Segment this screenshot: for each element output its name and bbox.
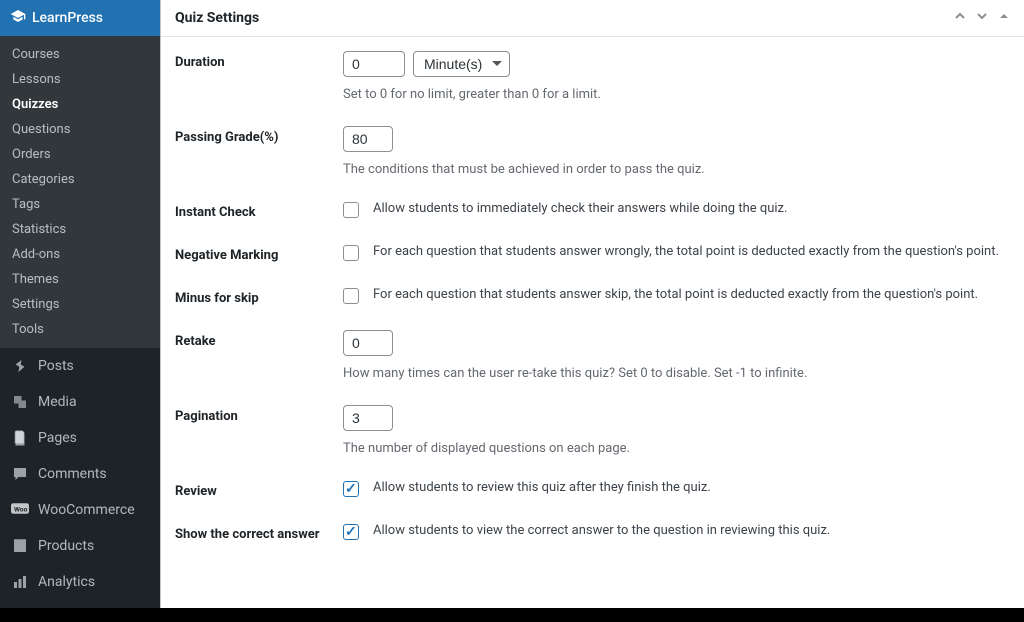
label-minus-for-skip: Minus for skip [175,287,343,306]
minus-for-skip-text: For each question that students answer s… [373,287,1010,302]
submenu-categories[interactable]: Categories [0,167,160,192]
brand-label: LearnPress [32,10,103,26]
panel-header: Quiz Settings [161,0,1024,37]
page-icon [10,428,30,448]
label-passing-grade: Passing Grade(%) [175,126,343,145]
content-area: Quiz Settings Duration Minute(s) Set to … [160,0,1024,622]
field-pagination: Pagination The number of displayed quest… [175,405,1010,456]
field-passing-grade: Passing Grade(%) The conditions that mus… [175,126,1010,177]
review-text: Allow students to review this quiz after… [373,480,1010,495]
field-instant-check: Instant Check Allow students to immediat… [175,201,1010,220]
menu-label: WooCommerce [38,502,135,518]
brand-learnpress[interactable]: LearnPress [0,0,160,36]
media-icon [10,392,30,412]
review-checkbox[interactable] [343,481,359,497]
submenu-quizzes[interactable]: Quizzes [0,92,160,117]
menu-comments[interactable]: Comments [0,456,160,492]
label-review: Review [175,480,343,499]
learnpress-submenu: Courses Lessons Quizzes Questions Orders… [0,36,160,348]
label-negative-marking: Negative Marking [175,244,343,263]
submenu-themes[interactable]: Themes [0,267,160,292]
admin-sidebar: LearnPress Courses Lessons Quizzes Quest… [0,0,160,622]
submenu-addons[interactable]: Add-ons [0,242,160,267]
label-pagination: Pagination [175,405,343,424]
comment-icon [10,464,30,484]
field-show-correct: Show the correct answer Allow students t… [175,523,1010,542]
negative-marking-checkbox[interactable] [343,245,359,261]
menu-label: Comments [38,466,107,482]
passing-grade-input[interactable] [343,126,393,152]
field-retake: Retake How many times can the user re-ta… [175,330,1010,381]
submenu-courses[interactable]: Courses [0,42,160,67]
menu-label: Posts [38,358,74,374]
submenu-settings[interactable]: Settings [0,292,160,317]
help-duration: Set to 0 for no limit, greater than 0 fo… [343,87,1010,102]
menu-label: Pages [38,430,77,446]
panel-controls [954,10,1010,26]
menu-pages[interactable]: Pages [0,420,160,456]
woo-icon: Woo [10,500,30,520]
field-negative-marking: Negative Marking For each question that … [175,244,1010,263]
submenu-tools[interactable]: Tools [0,317,160,342]
menu-woocommerce[interactable]: Woo WooCommerce [0,492,160,528]
pagination-input[interactable] [343,405,393,431]
minus-for-skip-checkbox[interactable] [343,288,359,304]
label-duration: Duration [175,51,343,70]
menu-products[interactable]: Products [0,528,160,564]
submenu-questions[interactable]: Questions [0,117,160,142]
menu-label: Media [38,394,77,410]
show-correct-text: Allow students to view the correct answe… [373,523,1010,538]
menu-analytics[interactable]: Analytics [0,564,160,600]
products-icon [10,536,30,556]
panel-toggle-icon[interactable] [998,10,1010,26]
duration-input[interactable] [343,51,405,77]
admin-main-menu: Posts Media Pages Comments Woo WooCommer… [0,348,160,622]
menu-label: Analytics [38,574,95,590]
menu-label: Products [38,538,94,554]
submenu-lessons[interactable]: Lessons [0,67,160,92]
menu-media[interactable]: Media [0,384,160,420]
label-show-correct: Show the correct answer [175,523,343,542]
instant-check-checkbox[interactable] [343,202,359,218]
help-passing-grade: The conditions that must be achieved in … [343,162,1010,177]
menu-posts[interactable]: Posts [0,348,160,384]
field-duration: Duration Minute(s) Set to 0 for no limit… [175,51,1010,102]
label-instant-check: Instant Check [175,201,343,220]
panel-title: Quiz Settings [175,10,259,26]
submenu-orders[interactable]: Orders [0,142,160,167]
field-minus-for-skip: Minus for skip For each question that st… [175,287,1010,306]
submenu-tags[interactable]: Tags [0,192,160,217]
pin-icon [10,356,30,376]
bottom-strip [0,608,1024,622]
analytics-icon [10,572,30,592]
negative-marking-text: For each question that students answer w… [373,244,1010,259]
retake-input[interactable] [343,330,393,356]
panel-move-up-icon[interactable] [954,10,966,26]
graduation-cap-icon [10,8,26,28]
submenu-statistics[interactable]: Statistics [0,217,160,242]
show-correct-checkbox[interactable] [343,524,359,540]
help-pagination: The number of displayed questions on eac… [343,441,1010,456]
svg-text:Woo: Woo [14,506,28,514]
help-retake: How many times can the user re-take this… [343,366,1010,381]
panel-move-down-icon[interactable] [976,10,988,26]
label-retake: Retake [175,330,343,349]
duration-unit-select[interactable]: Minute(s) [413,51,510,77]
field-review: Review Allow students to review this qui… [175,480,1010,499]
instant-check-text: Allow students to immediately check thei… [373,201,1010,216]
quiz-settings-form: Duration Minute(s) Set to 0 for no limit… [161,37,1024,580]
